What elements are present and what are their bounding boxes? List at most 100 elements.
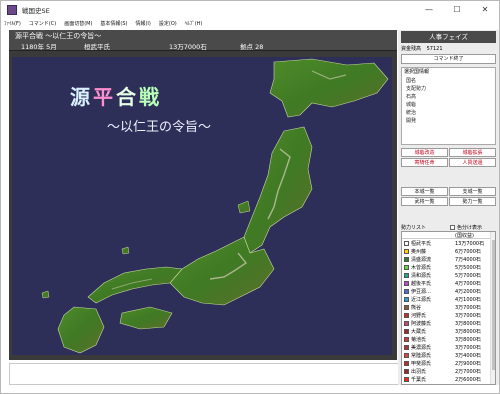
force-name: 常陸源氏 <box>411 353 432 359</box>
force-row[interactable]: 木曾源氏 5万5000石 <box>402 264 491 271</box>
force-color-swatch <box>404 289 409 294</box>
force-name: 河野氏 <box>411 313 427 319</box>
force-name: 奥州藤 <box>411 249 427 255</box>
side-panel: 人事フェイズ 資金残高 57121 コマンド終了 選択国情報 国名 支配勢力 石… <box>398 30 499 385</box>
force-row[interactable]: 清盛源流 7万4000石 <box>402 256 491 263</box>
force-color-swatch <box>404 281 409 286</box>
force-income: 2万7000石 <box>455 369 481 375</box>
info-row-fort: 城砦 <box>406 102 417 108</box>
force-row[interactable]: 近江源氏 4万1000石 <box>402 296 491 303</box>
selected-province-info: 選択国情報 国名 支配勢力 石高 城砦 統治 開発 <box>401 67 496 145</box>
info-row-koku: 石高 <box>406 94 417 100</box>
force-row[interactable]: 美濃源氏 3万7000石 <box>402 344 491 351</box>
force-row[interactable]: 越後平氏 4万7000石 <box>402 280 491 287</box>
force-color-swatch <box>404 265 409 270</box>
branch-castle-list-button[interactable]: 支城一覧 <box>449 187 496 196</box>
force-row[interactable]: 甲斐源氏 2万9000石 <box>402 360 491 367</box>
menu-help[interactable]: ﾍﾙﾌﾟ(H) <box>185 20 203 27</box>
fort-expand-button[interactable]: 城砦拡張 <box>449 148 496 157</box>
funds-display: 資金残高 57121 <box>401 45 443 52</box>
force-color-swatch <box>404 297 409 302</box>
menu-info[interactable]: 情報(I) <box>135 20 150 27</box>
force-row[interactable]: 出羽氏 2万7000石 <box>402 368 491 375</box>
force-name: 美濃源氏 <box>411 345 432 351</box>
main-castle-list-button[interactable]: 本城一覧 <box>401 187 448 196</box>
japan-map[interactable]: 源平合戦 ～以仁王の令旨～ <box>12 57 392 355</box>
force-income: 4万1000石 <box>455 297 481 303</box>
map-title-char-4: 戦 <box>139 85 162 109</box>
force-income: 4万2000石 <box>455 289 481 295</box>
color-display-label: 色分け表示 <box>457 225 483 231</box>
appoint-retainer-button[interactable]: 寄騎任命 <box>401 158 448 167</box>
menu-basic-info[interactable]: 基本情報(S) <box>100 20 127 27</box>
force-name: 熊谷 <box>411 305 422 311</box>
force-row[interactable]: 常陸源氏 3万4000石 <box>402 352 491 359</box>
menu-bar: ﾌｧｲﾙ(F) コマンド(C) 画面切替(M) 基本情報(S) 情報(I) 設定… <box>1 18 499 29</box>
force-row[interactable]: 熊谷 3万7000石 <box>402 304 491 311</box>
force-list-button[interactable]: 勢力一覧 <box>449 197 496 206</box>
force-row[interactable]: 千葉氏 2万6000石 <box>402 376 491 383</box>
general-list-button[interactable]: 武将一覧 <box>401 197 448 206</box>
forces-list-label: 勢力リスト <box>401 225 427 231</box>
menu-settings[interactable]: 設定(O) <box>159 20 177 27</box>
force-row[interactable]: 奥州藤 6万7000石 <box>402 248 491 255</box>
force-income: 4万7000石 <box>455 281 481 287</box>
fort-renovate-button[interactable]: 城砦改造 <box>401 148 448 157</box>
app-window: 戦国史SE — ☐ ✕ ﾌｧｲﾙ(F) コマンド(C) 画面切替(M) 基本情報… <box>0 0 500 394</box>
force-color-swatch <box>404 321 409 326</box>
japan-map-image <box>41 58 389 354</box>
forces-scrollbar[interactable] <box>490 232 495 384</box>
force-income: 3万8000石 <box>455 329 481 335</box>
force-income: 7万4000石 <box>455 257 481 263</box>
funds-value: 57121 <box>426 46 443 52</box>
force-income: 3万7000石 <box>455 313 481 319</box>
funds-label: 資金残高 <box>401 46 422 52</box>
scenario-title: 源平合戦 ～以仁王の令旨～ <box>15 32 102 40</box>
forces-list[interactable]: (国収益) 桓武平氏 13万7000石 奥州藤 6万7000石 清盛源流 7万4000石木… <box>401 231 496 385</box>
color-display-toggle[interactable]: 色分け表示 <box>450 224 482 231</box>
info-row-develop: 開発 <box>406 118 417 124</box>
force-color-swatch <box>404 249 409 254</box>
force-color-swatch <box>404 345 409 350</box>
force-row[interactable]: 桓武平氏 13万7000石 <box>402 240 491 247</box>
force-color-swatch <box>404 273 409 278</box>
return-hostage-button[interactable]: 人質送還 <box>449 158 496 167</box>
force-row[interactable]: 河野氏 3万7000石 <box>402 312 491 319</box>
force-income: 3万8000石 <box>455 321 481 327</box>
force-income: 5万5000石 <box>455 265 481 271</box>
phase-header: 人事フェイズ <box>401 31 496 43</box>
force-color-swatch <box>404 329 409 334</box>
force-name: 近江源氏 <box>411 297 432 303</box>
force-name: 菊池氏 <box>411 337 427 343</box>
map-title-char-1: 源 <box>70 85 93 109</box>
game-date: 1180年 5月 <box>21 43 57 51</box>
force-row[interactable]: 清和源氏 5万7000石 <box>402 272 491 279</box>
maximize-button[interactable]: ☐ <box>443 1 471 18</box>
force-income: 13万7000石 <box>455 241 485 247</box>
force-name: 阿波藤氏 <box>411 321 432 327</box>
force-row[interactable]: 菊池氏 3万8000石 <box>402 336 491 343</box>
minimize-button[interactable]: — <box>415 1 443 18</box>
force-income: 5万7000石 <box>455 273 481 279</box>
force-row[interactable]: 大蔵氏 3万8000石 <box>402 328 491 335</box>
force-row[interactable]: 伊豆源… 4万2000石 <box>402 288 491 295</box>
force-income: 3万8000石 <box>455 337 481 343</box>
force-name: 大蔵氏 <box>411 329 427 335</box>
map-subtitle: ～以仁王の令旨～ <box>107 120 212 135</box>
force-name: 出羽氏 <box>411 369 427 375</box>
menu-command[interactable]: コマンド(C) <box>29 20 56 27</box>
info-row-rule: 統治 <box>406 110 417 116</box>
forces-scroll-thumb[interactable] <box>492 240 495 370</box>
force-name: 伊豆源… <box>411 289 432 295</box>
close-button[interactable]: ✕ <box>471 1 499 18</box>
map-title: 源平合戦 <box>70 81 162 110</box>
force-income: 3万7000石 <box>455 345 481 351</box>
title-bar: 戦国史SE — ☐ ✕ <box>1 1 499 18</box>
end-command-button[interactable]: コマンド終了 <box>401 54 496 64</box>
color-display-checkbox[interactable] <box>450 225 455 230</box>
menu-file[interactable]: ﾌｧｲﾙ(F) <box>4 20 21 27</box>
force-row[interactable]: 阿波藤氏 3万8000石 <box>402 320 491 327</box>
info-row-province: 国名 <box>406 78 417 84</box>
base-count: 拠点 28 <box>240 43 264 51</box>
menu-screen[interactable]: 画面切替(M) <box>64 20 92 27</box>
